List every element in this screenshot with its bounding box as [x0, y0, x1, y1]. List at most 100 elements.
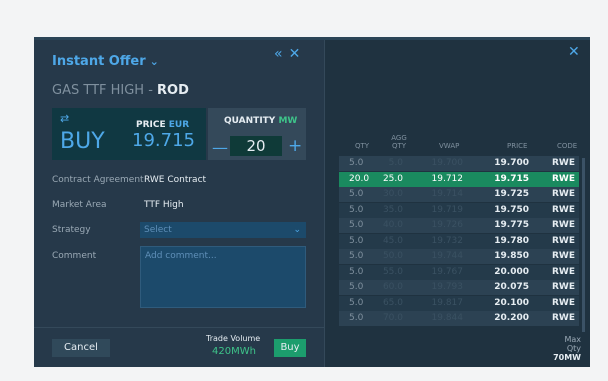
quantity-unit: MW	[278, 116, 298, 126]
scrollbar[interactable]	[582, 158, 585, 332]
cell-qty: 5.0	[349, 297, 364, 308]
cell-agg-qty: 40.0	[382, 220, 403, 230]
table-row[interactable]: 5.0 35.0 19.719 19.750 RWE	[339, 202, 579, 218]
cell-code: RWE	[551, 204, 575, 215]
close-icon[interactable]: ✕	[289, 46, 307, 62]
cell-price: 19.725	[494, 189, 529, 199]
comment-textarea[interactable]: Add comment...	[140, 246, 306, 308]
quantity-label: QUANTITY MW	[224, 116, 297, 126]
swap-arrows-icon[interactable]: ⇄	[60, 113, 69, 124]
cell-vwap: 19.767	[431, 266, 464, 277]
contract-agreement-label: Contract Agreement	[52, 175, 144, 185]
header-icons: «✕	[274, 46, 306, 62]
cell-agg-qty: 55.0	[382, 266, 403, 277]
quantity-input[interactable]: 20	[230, 136, 282, 156]
cell-agg-qty: 65.0	[382, 297, 403, 308]
cell-vwap: 19.844	[431, 313, 464, 323]
table-row[interactable]: 20.0 25.0 19.712 19.715 RWE	[339, 171, 579, 187]
cell-code: RWE	[551, 158, 575, 168]
cell-qty: 5.0	[349, 158, 364, 168]
cell-qty: 5.0	[349, 189, 364, 199]
trade-volume-value: 420MWh	[212, 346, 256, 357]
cell-code: RWE	[551, 173, 575, 184]
cell-agg-qty: 30.0	[382, 189, 403, 199]
side-toggle[interactable]: ⇄ BUY PRICE EUR 19.715	[52, 108, 206, 160]
orderbook-panel: ✕ QTY AGG QTY VWAP PRICE CODE 5.0 5.0 19.7…	[324, 40, 590, 367]
cell-code: RWE	[551, 313, 575, 323]
product-name: ROD	[157, 83, 189, 98]
cell-code: RWE	[551, 266, 575, 277]
cell-agg-qty: 45.0	[382, 235, 403, 246]
cell-qty: 5.0	[349, 204, 364, 215]
cell-vwap: 19.793	[431, 282, 464, 292]
table-row[interactable]: 5.0 5.0 19.700 19.700 RWE	[339, 156, 579, 171]
cell-vwap: 19.726	[431, 220, 464, 230]
table-row[interactable]: 5.0 50.0 19.744 19.850 RWE	[339, 249, 579, 264]
cell-qty: 5.0	[349, 266, 364, 277]
title-dropdown[interactable]: Instant Offer ⌄	[52, 54, 159, 69]
col-qty: QTY	[355, 142, 370, 150]
close-icon[interactable]: ✕	[568, 44, 580, 60]
plus-icon[interactable]: +	[288, 136, 302, 156]
cell-code: RWE	[551, 297, 575, 308]
cell-agg-qty: 60.0	[382, 282, 403, 292]
trade-volume-label: Trade Volume	[206, 334, 261, 343]
buy-button[interactable]: Buy	[274, 339, 306, 357]
comment-label: Comment	[52, 251, 97, 261]
cancel-button[interactable]: Cancel	[52, 339, 110, 357]
price-label-text: PRICE	[136, 120, 166, 130]
table-row[interactable]: 5.0 70.0 19.844 20.200 RWE	[339, 311, 579, 326]
table-row[interactable]: 5.0 40.0 19.726 19.775 RWE	[339, 218, 579, 233]
col-vwap: VWAP	[439, 142, 460, 150]
cell-price: 20.200	[494, 313, 529, 323]
cell-qty: 5.0	[349, 220, 364, 230]
cell-qty: 5.0	[349, 313, 364, 323]
max-qty: Max Qty 70MW	[551, 335, 581, 362]
footer: Cancel Trade Volume 420MWh Buy	[34, 327, 324, 367]
cell-qty: 20.0	[349, 173, 370, 184]
table-row[interactable]: 5.0 45.0 19.732 19.780 RWE	[339, 233, 579, 249]
market-area-label: Market Area	[52, 200, 107, 210]
cell-qty: 5.0	[349, 251, 364, 261]
price-label: PRICE EUR	[136, 120, 189, 130]
col-code: CODE	[557, 142, 578, 150]
cell-code: RWE	[551, 282, 575, 292]
max-qty-value: 70MW	[553, 353, 581, 362]
table-row[interactable]: 5.0 60.0 19.793 20.075 RWE	[339, 280, 579, 295]
cell-agg-qty: 35.0	[382, 204, 403, 215]
cell-price: 19.850	[494, 251, 529, 261]
price-value: 19.715	[132, 130, 195, 151]
price-unit: EUR	[168, 120, 190, 130]
instant-offer-window: Instant Offer ⌄ «✕ GAS TTF HIGH - ROD ⇄ B…	[34, 37, 590, 367]
cell-code: RWE	[551, 189, 575, 199]
col-price: PRICE	[507, 142, 528, 150]
side-label: BUY	[60, 129, 105, 154]
table-row[interactable]: 5.0 55.0 19.767 20.000 RWE	[339, 264, 579, 280]
strategy-select[interactable]: Select ⌄	[140, 222, 306, 238]
orderbook-header: QTY AGG QTY VWAP PRICE CODE	[339, 130, 579, 154]
chevron-down-icon: ⌄	[149, 55, 159, 68]
page-title: Instant Offer	[52, 54, 146, 69]
cell-vwap: 19.714	[431, 189, 464, 199]
double-chevron-left-icon[interactable]: «	[274, 46, 289, 62]
cell-vwap: 19.719	[431, 204, 464, 215]
cell-code: RWE	[551, 220, 575, 230]
cell-vwap: 19.700	[431, 158, 464, 168]
product-label: GAS TTF HIGH - ROD	[52, 83, 189, 98]
cell-agg-qty: 50.0	[382, 251, 403, 261]
cell-code: RWE	[551, 251, 575, 261]
cell-price: 20.075	[494, 282, 529, 292]
cell-vwap: 19.744	[431, 251, 464, 261]
cell-qty: 5.0	[349, 282, 364, 292]
cell-price: 19.715	[494, 173, 529, 184]
table-row[interactable]: 5.0 65.0 19.817 20.100 RWE	[339, 295, 579, 311]
minus-icon[interactable]: —	[212, 138, 228, 157]
cell-code: RWE	[551, 235, 575, 246]
market-area-value: TTF High	[144, 200, 184, 210]
table-row[interactable]: 5.0 30.0 19.714 19.725 RWE	[339, 187, 579, 202]
cell-vwap: 19.732	[431, 235, 464, 246]
col-agg-qty: AGG QTY	[391, 134, 407, 150]
contract-agreement-value: RWE Contract	[144, 175, 207, 185]
cell-agg-qty: 70.0	[382, 313, 403, 323]
cell-price: 19.700	[494, 158, 529, 168]
